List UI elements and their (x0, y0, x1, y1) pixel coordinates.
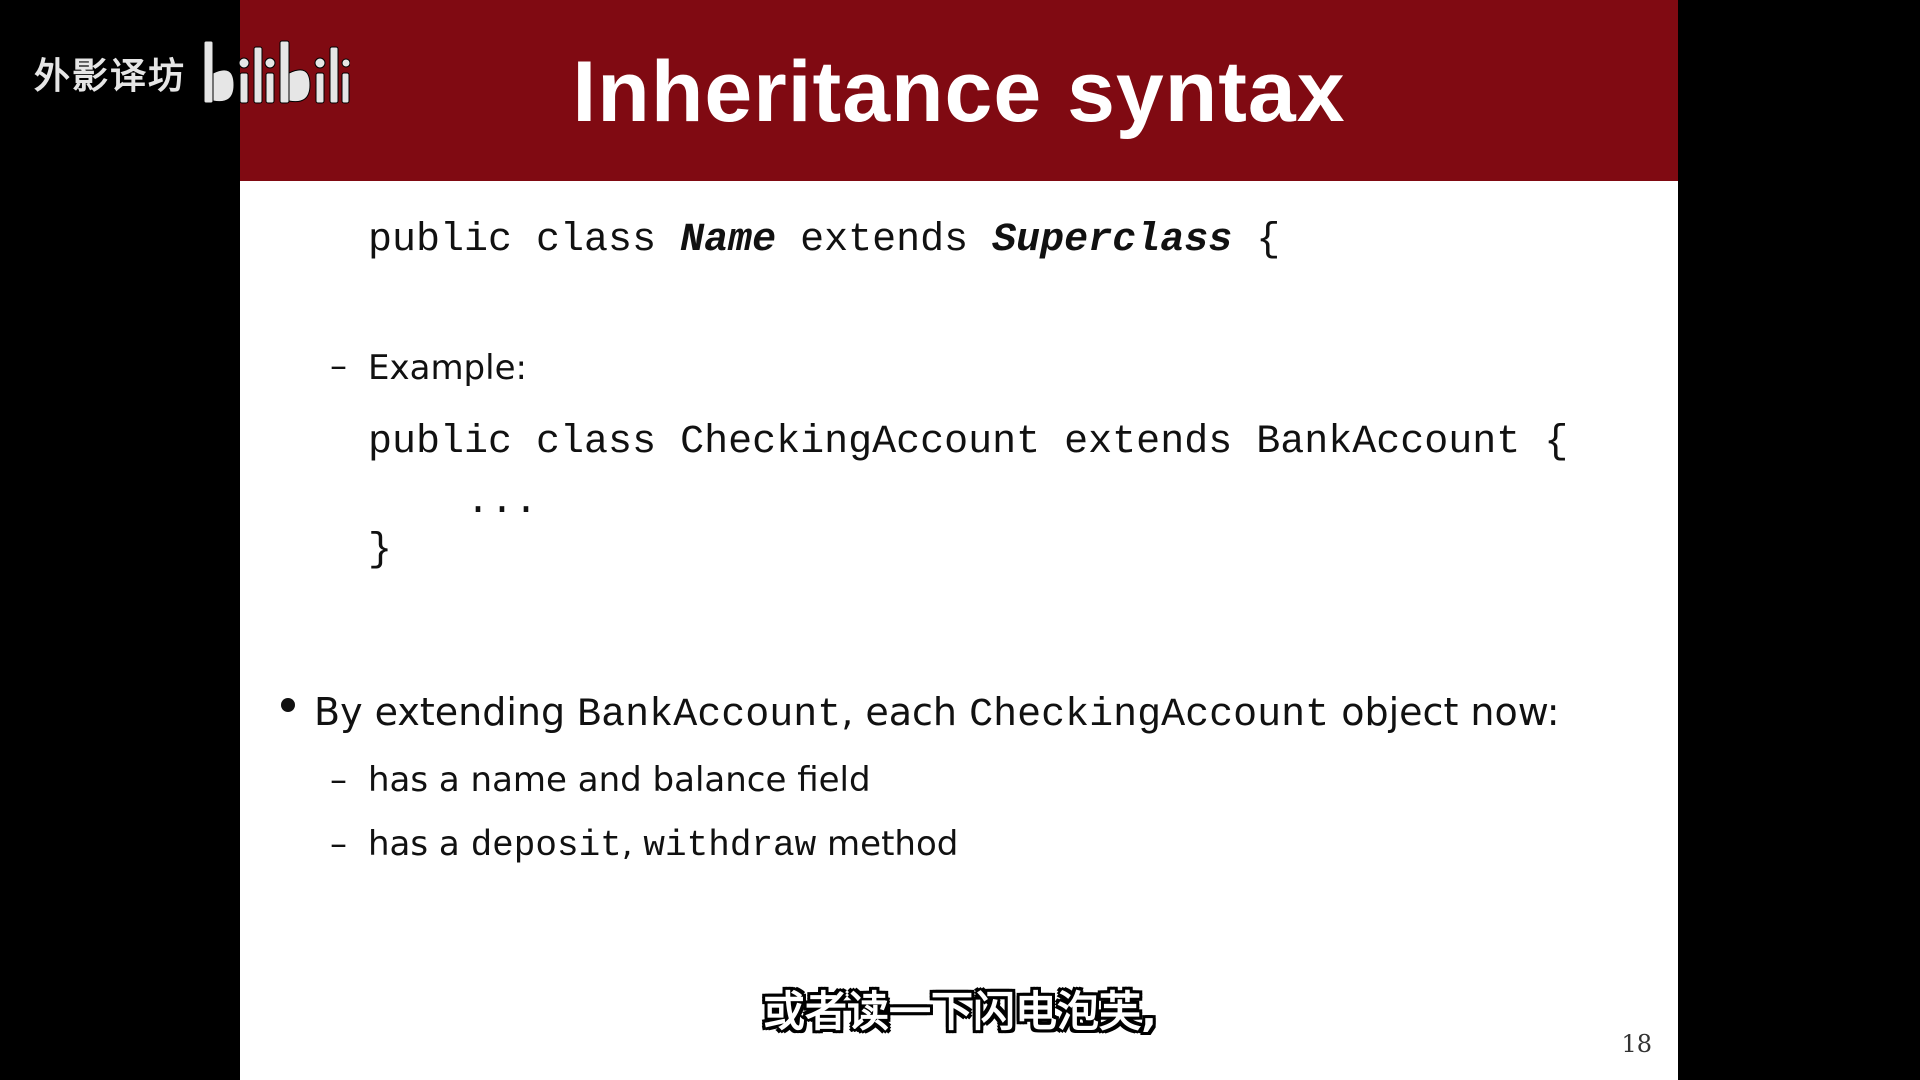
example-label: Example: (368, 348, 527, 388)
code-keyword: extends (1064, 420, 1233, 465)
sub-bullet-text-part: , (621, 824, 644, 864)
inline-code: withdraw (643, 825, 817, 866)
bullet-text-part: , each (841, 690, 970, 734)
sub-bullet-text: has a deposit, withdraw method (368, 820, 958, 870)
code-keyword: extends (800, 218, 969, 263)
video-frame: 外影译坊 Inheritance syntax public class Nam… (0, 0, 1920, 1080)
bullet-dot-icon (281, 698, 295, 712)
syntax-code-line: public class Name extends Superclass { (368, 214, 1280, 268)
slide-title: Inheritance syntax (572, 44, 1346, 140)
code-class-name: CheckingAccount (680, 420, 1041, 465)
sub-bullet-dash: – (330, 346, 347, 386)
example-code-close-brace: } (368, 528, 393, 573)
presentation-slide: Inheritance syntax public class Name ext… (240, 0, 1678, 1080)
sub-bullet-text: has a name and balance field (368, 760, 871, 800)
code-placeholder-superclass: Superclass (992, 218, 1233, 263)
code-brace: { (1256, 218, 1281, 263)
bullet-text-part: object now: (1329, 690, 1560, 734)
code-placeholder-name: Name (680, 218, 777, 263)
video-subtitle-caption: 或者读一下闪电泡芙, (763, 987, 1157, 1036)
code-superclass-name: BankAccount (1256, 420, 1521, 465)
example-code-ellipsis: ... (466, 480, 539, 525)
bilibili-logo-icon (203, 40, 351, 104)
bullet-text: By extending BankAccount, each CheckingA… (314, 686, 1560, 742)
sub-bullet-text-part: method (816, 824, 959, 864)
inline-code: CheckingAccount (969, 693, 1330, 738)
example-code-line: public class CheckingAccount extends Ban… (368, 416, 1568, 470)
sub-bullet-dash: – (330, 760, 347, 800)
sub-bullet-dash: – (330, 824, 347, 864)
inline-code: BankAccount (577, 693, 842, 738)
code-keyword: class (536, 420, 657, 465)
sub-bullet-text-part: has a (368, 824, 471, 864)
watermark-text: 外影译坊 (34, 56, 187, 97)
code-keyword: class (536, 218, 657, 263)
bullet-text-part: By extending (314, 690, 578, 734)
code-keyword: public (368, 420, 513, 465)
code-brace: { (1544, 420, 1569, 465)
watermark: 外影译坊 (34, 28, 351, 118)
code-keyword: public (368, 218, 513, 263)
inline-code: deposit (470, 825, 622, 866)
